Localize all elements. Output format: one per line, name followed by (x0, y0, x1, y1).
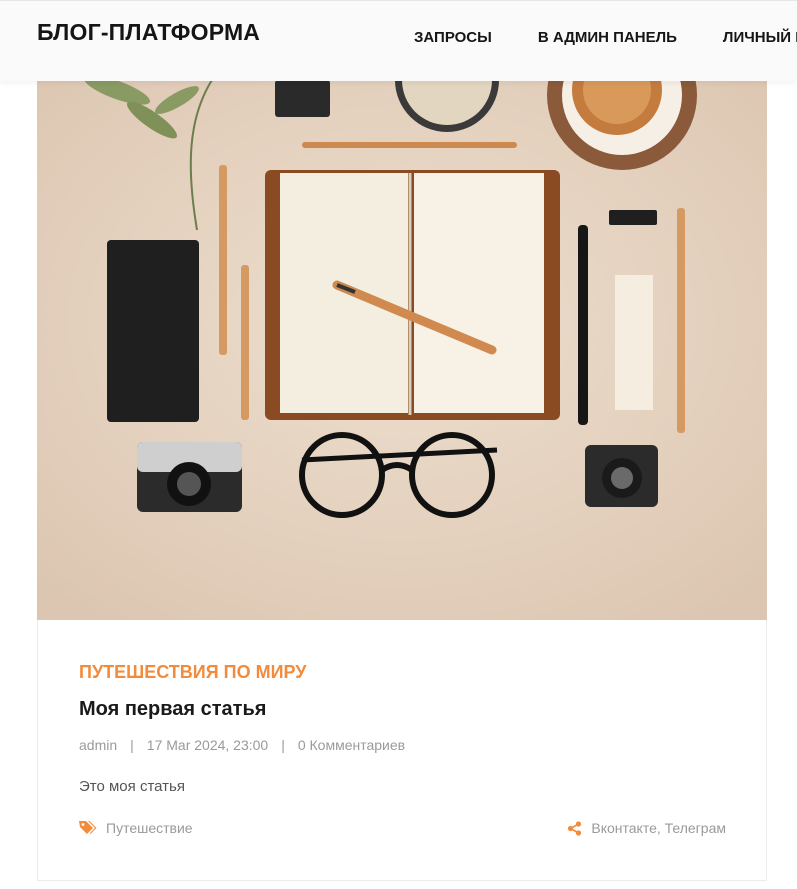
flat-lay-desk-photo (37, 80, 767, 620)
nav-item-admin-panel[interactable]: В АДМИН ПАНЕЛЬ (538, 29, 677, 46)
post-title[interactable]: Моя первая статья (79, 698, 266, 721)
meta-separator: | (281, 737, 285, 753)
post-share: Вконтакте, Телеграм (567, 820, 726, 836)
main-nav: ЗАПРОСЫ В АДМИН ПАНЕЛЬ ЛИЧНЫЙ КАБИНЕТ (414, 29, 797, 46)
tag-link[interactable]: Путешествие (106, 820, 193, 836)
site-header: БЛОГ-ПЛАТФОРМА ЗАПРОСЫ В АДМИН ПАНЕЛЬ ЛИ… (0, 0, 797, 81)
post-comments-link[interactable]: 0 Комментариев (298, 737, 405, 753)
share-links[interactable]: Вконтакте, Телеграм (591, 820, 726, 836)
nav-item-personal-account[interactable]: ЛИЧНЫЙ КАБИНЕТ (723, 29, 797, 46)
camera-icon-right (585, 445, 658, 507)
post-excerpt: Это моя статья (79, 778, 185, 795)
post-featured-image[interactable] (37, 80, 767, 620)
post-meta: admin | 17 Mar 2024, 23:00 | 0 Комментар… (79, 737, 405, 753)
post-date: 17 Mar 2024, 23:00 (146, 737, 269, 753)
post-card: ПУТЕШЕСТВИЯ ПО МИРУ Моя первая статья ad… (37, 620, 767, 881)
post-tags: Путешествие (79, 820, 193, 836)
share-icon (568, 820, 582, 836)
post-author[interactable]: admin (79, 737, 117, 753)
nav-item-requests[interactable]: ЗАПРОСЫ (414, 29, 492, 46)
site-logo[interactable]: БЛОГ-ПЛАТФОРМА (37, 19, 260, 46)
meta-separator: | (130, 737, 134, 753)
tags-icon (79, 821, 97, 834)
post-category[interactable]: ПУТЕШЕСТВИЯ ПО МИРУ (79, 662, 307, 683)
camera-icon-left (137, 442, 242, 512)
